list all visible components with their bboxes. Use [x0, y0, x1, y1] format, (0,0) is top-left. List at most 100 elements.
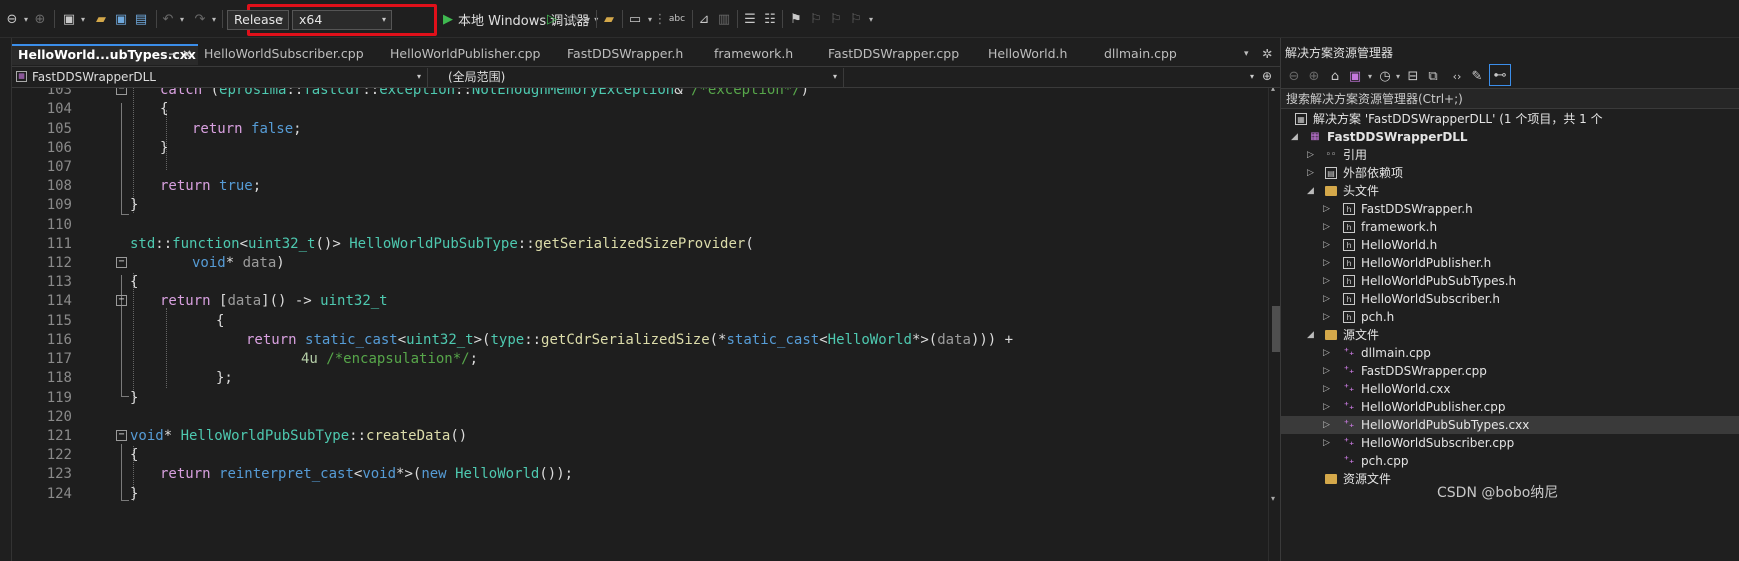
solution-search-input[interactable]: 搜索解决方案资源管理器(Ctrl+;)	[1281, 88, 1739, 109]
collapsed-icon[interactable]: ▷	[1323, 398, 1330, 416]
tree-project[interactable]: ◢ ▦ FastDDSWrapperDLL	[1281, 128, 1739, 146]
show-all-files-icon[interactable]: ‹›	[1449, 66, 1465, 86]
code-line[interactable]: 117 4u /*encapsulation*/;	[12, 349, 1382, 369]
new-project-icon[interactable]: ▣	[60, 9, 78, 29]
code-line[interactable]: 116 return static_cast<uint32_t>(type::ge…	[12, 330, 1382, 350]
forward-icon[interactable]: ⊕	[1307, 66, 1321, 86]
code-line[interactable]: 112− void* data)	[12, 253, 1382, 273]
comment-icon[interactable]: ☰	[742, 9, 758, 29]
collapsed-icon[interactable]: ▷	[1323, 380, 1330, 398]
tab-hello-world-publisher-cpp[interactable]: HelloWorldPublisher.cpp	[384, 44, 561, 65]
home-icon[interactable]: ⌂	[1327, 66, 1343, 86]
code-line[interactable]: 122{	[12, 445, 1382, 465]
scroll-thumb[interactable]	[1272, 306, 1280, 352]
code-line[interactable]: 120	[12, 407, 1382, 427]
code-line[interactable]: 121− void* HelloWorldPubSubType::createDa…	[12, 426, 1382, 446]
collapsed-icon[interactable]: ▷	[1323, 272, 1330, 290]
tree-folder-headers[interactable]: ◢ 头文件	[1281, 182, 1739, 200]
tree-file[interactable]: ▷ h HelloWorldPublisher.h	[1281, 254, 1739, 272]
back-icon[interactable]: ⊖	[4, 9, 20, 29]
uncomment-icon[interactable]: ☷	[762, 9, 778, 29]
undo-icon[interactable]: ↶	[160, 9, 176, 29]
member-dropdown[interactable]: ▾	[844, 68, 1260, 87]
tab-fast-dds-wrapper-h[interactable]: FastDDSWrapper.h	[561, 44, 708, 65]
code-line[interactable]: 107	[12, 157, 1382, 177]
collapse-all-icon[interactable]: ⧉	[1425, 66, 1441, 86]
undo-dropdown-icon[interactable]: ▾	[177, 9, 185, 29]
preview-selected-icon[interactable]: ⊷	[1489, 64, 1511, 86]
prev-bookmark-icon[interactable]: ⚐	[808, 9, 824, 29]
tree-file[interactable]: ▷ ⁺₊ FastDDSWrapper.cpp	[1281, 362, 1739, 380]
collapse-icon[interactable]: −	[116, 88, 127, 95]
step-icon[interactable]: ⊿	[696, 9, 712, 29]
expanded-icon[interactable]: ◢	[1291, 128, 1298, 146]
left-tool-strip[interactable]	[0, 38, 12, 561]
configuration-select[interactable]: Release ▾	[227, 10, 289, 30]
sync-icon[interactable]: ⊟	[1405, 66, 1421, 86]
tab-list-dropdown-icon[interactable]: ▾	[1244, 44, 1258, 65]
code-line[interactable]: 124}	[12, 484, 1382, 504]
code-line[interactable]: 104{	[12, 99, 1382, 119]
code-line[interactable]: 115{	[12, 311, 1382, 331]
code-line[interactable]: 106}	[12, 138, 1382, 158]
back-icon[interactable]: ⊖	[1287, 66, 1301, 86]
redo-dropdown-icon[interactable]: ▾	[209, 9, 217, 29]
collapse-icon[interactable]: −	[116, 430, 127, 441]
open-folder-icon[interactable]: ▰	[92, 9, 110, 29]
expanded-icon[interactable]: ◢	[1307, 326, 1314, 344]
code-line[interactable]: 108 return true;	[12, 176, 1382, 196]
code-line[interactable]: 118};	[12, 368, 1382, 388]
scroll-up-icon[interactable]: ▴	[1271, 88, 1275, 93]
properties-icon[interactable]: ✎	[1469, 66, 1485, 86]
switch-views-icon[interactable]: ▣	[1347, 66, 1363, 86]
collapsed-icon[interactable]: ▷	[1323, 416, 1330, 434]
save-all-icon[interactable]: ▤	[132, 9, 150, 29]
layout-dropdown-icon[interactable]: ▾	[645, 9, 653, 29]
tree-references[interactable]: ▷ ◦◦ 引用	[1281, 146, 1739, 164]
collapse-icon[interactable]: −	[116, 257, 127, 268]
code-line[interactable]: 123 return reinterpret_cast<void*>(new He…	[12, 464, 1382, 484]
pending-changes-icon[interactable]: ◷	[1377, 66, 1393, 86]
start-without-debugging-icon[interactable]: ▷	[545, 9, 559, 29]
code-line[interactable]: 111 std::function<uint32_t()> HelloWorldP…	[12, 234, 1382, 254]
redo-icon[interactable]: ↷	[192, 9, 208, 29]
tree-file[interactable]: ▷ h HelloWorldPubSubTypes.h	[1281, 272, 1739, 290]
tree-file[interactable]: ▷ ⁺₊ HelloWorldPublisher.cpp	[1281, 398, 1739, 416]
collapsed-icon[interactable]: ▷	[1323, 218, 1330, 236]
attach-dropdown-icon[interactable]: ▾	[583, 9, 591, 29]
tree-file[interactable]: ▷ ⁺₊ HelloWorldSubscriber.cpp	[1281, 434, 1739, 452]
tree-file[interactable]: ▷ h HelloWorldSubscriber.h	[1281, 290, 1739, 308]
collapsed-icon[interactable]: ▷	[1323, 254, 1330, 272]
tree-file-selected[interactable]: ▷ ⁺₊ HelloWorldPubSubTypes.cxx	[1281, 416, 1739, 434]
collapsed-icon[interactable]: ▷	[1323, 362, 1330, 380]
switch-dropdown-icon[interactable]: ▾	[1365, 66, 1373, 86]
code-line[interactable]: 109}	[12, 195, 1382, 215]
toolbar-overflow-icon[interactable]: ▾	[866, 9, 874, 29]
attach-process-icon[interactable]: ⟳	[566, 9, 582, 29]
collapse-icon[interactable]: −	[116, 295, 127, 306]
settings-icon[interactable]: ✲	[1262, 44, 1276, 65]
code-line[interactable]: 119}	[12, 388, 1382, 408]
platform-select[interactable]: x64 ▾	[292, 10, 392, 30]
clear-bookmarks-icon[interactable]: ⚐	[848, 9, 864, 29]
pending-dropdown-icon[interactable]: ▾	[1393, 66, 1401, 86]
collapsed-icon[interactable]: ▷	[1323, 290, 1330, 308]
collapsed-icon[interactable]: ▷	[1323, 434, 1330, 452]
code-line[interactable]: 105 return false;	[12, 119, 1382, 139]
collapsed-icon[interactable]: ▷	[1307, 146, 1314, 164]
tree-external-deps[interactable]: ▷ ▤ 外部依赖项	[1281, 164, 1739, 182]
new-dropdown-icon[interactable]: ▾	[78, 9, 86, 29]
tree-file[interactable]: ▷ h HelloWorld.h	[1281, 236, 1739, 254]
tree-file[interactable]: ▷ ⁺₊ HelloWorld.cxx	[1281, 380, 1739, 398]
spell-check-icon[interactable]: abc	[667, 9, 687, 29]
bookmark-icon[interactable]: ⚑	[788, 9, 804, 29]
expanded-icon[interactable]: ◢	[1307, 182, 1314, 200]
collapsed-icon[interactable]: ▷	[1323, 344, 1330, 362]
tree-file[interactable]: ⁺₊ pch.cpp	[1281, 452, 1739, 470]
code-line[interactable]: 114− return [data]() -> uint32_t	[12, 291, 1382, 311]
step-over-icon[interactable]: ▥	[716, 9, 732, 29]
code-editor[interactable]: 103− catch (eprosima::fastcdr::exception:…	[12, 88, 1394, 561]
next-bookmark-icon[interactable]: ⚐	[828, 9, 844, 29]
tab-framework-h[interactable]: framework.h	[708, 44, 822, 65]
code-line[interactable]: 113{	[12, 272, 1382, 292]
